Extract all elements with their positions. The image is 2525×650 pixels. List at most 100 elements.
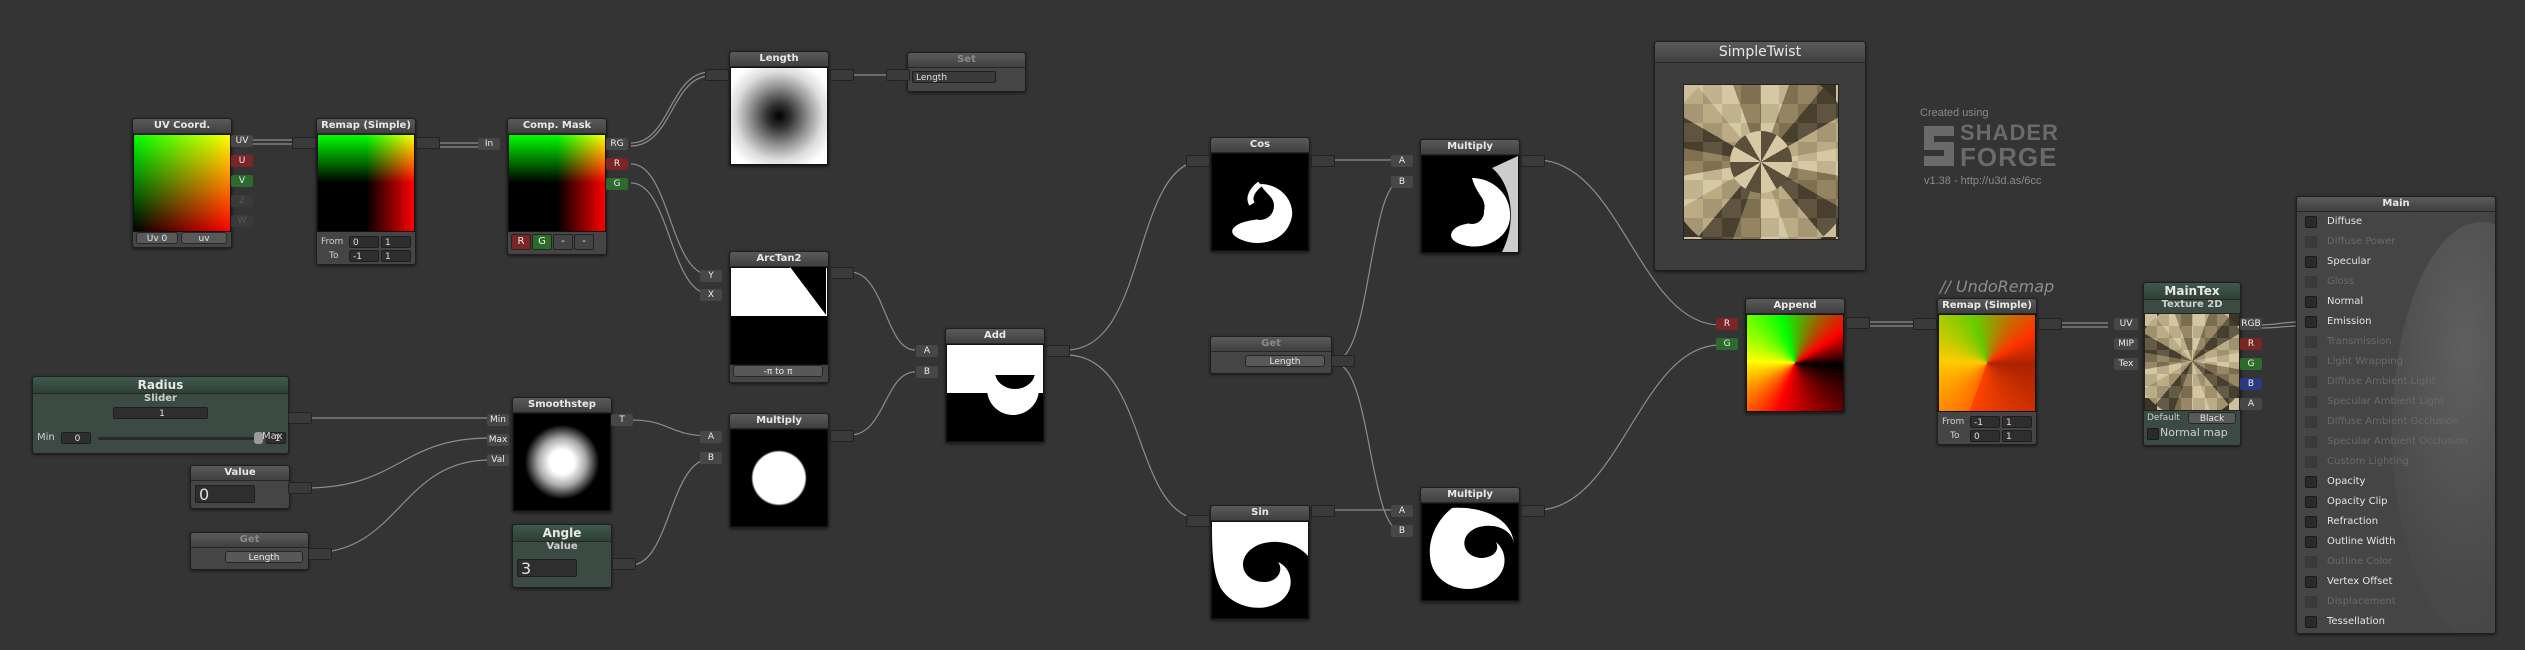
main-input-row[interactable]: Vertex Offset: [2297, 573, 2492, 591]
main-input-connector[interactable]: [2305, 496, 2317, 508]
arctan2-node[interactable]: ArcTan2 -π to π: [729, 251, 829, 383]
main-input-row[interactable]: Opacity Clip: [2297, 493, 2492, 511]
main-input-connector[interactable]: [2305, 416, 2317, 428]
radius-out-port[interactable]: [288, 412, 312, 424]
main-input-connector[interactable]: [2305, 536, 2317, 548]
main-input-connector[interactable]: [2305, 476, 2317, 488]
get1-out-port[interactable]: [308, 548, 332, 560]
length-in-port[interactable]: [705, 69, 729, 81]
multiply-node-bottom[interactable]: Multiply: [1420, 487, 1520, 602]
main-input-connector[interactable]: [2305, 576, 2317, 588]
arctan2-in-y[interactable]: Y: [700, 270, 722, 282]
sin-in-port[interactable]: [1186, 515, 1210, 527]
main-input-connector[interactable]: [2305, 616, 2317, 628]
angle-out-port[interactable]: [612, 558, 636, 570]
main-input-connector[interactable]: [2305, 396, 2317, 408]
mask-a-button[interactable]: -: [574, 234, 594, 250]
length-out-port[interactable]: [830, 69, 854, 81]
multiply-bottom-in-b[interactable]: B: [1391, 525, 1413, 537]
set-in-port[interactable]: [886, 69, 910, 81]
comp-mask-out-rg[interactable]: RG: [606, 138, 628, 150]
multiply-left-in-a[interactable]: A: [700, 431, 722, 443]
value-out-port[interactable]: [288, 482, 312, 494]
multiply-bottom-in-a[interactable]: A: [1391, 505, 1413, 517]
main-input-row[interactable]: Diffuse Power: [2297, 233, 2492, 251]
maintex-out-r[interactable]: R: [2240, 338, 2262, 350]
simpletwist-preview-node[interactable]: SimpleTwist: [1654, 41, 1866, 271]
multiply-left-in-b[interactable]: B: [700, 452, 722, 464]
slider-value-field[interactable]: 1: [113, 407, 208, 419]
default-color-select[interactable]: Black: [2188, 412, 2236, 424]
multiply-top-in-b[interactable]: B: [1391, 176, 1413, 188]
multiply-top-in-a[interactable]: A: [1391, 155, 1413, 167]
main-input-row[interactable]: Opacity: [2297, 473, 2492, 491]
to-max-field[interactable]: 1: [2002, 430, 2032, 442]
maintex-out-a[interactable]: A: [2240, 398, 2262, 410]
sin-node[interactable]: Sin: [1210, 505, 1310, 620]
main-input-connector[interactable]: [2305, 556, 2317, 568]
normal-map-checkbox[interactable]: [2147, 428, 2159, 440]
mask-r-button[interactable]: R: [511, 234, 531, 250]
main-input-row[interactable]: Outline Width: [2297, 533, 2492, 551]
add-in-b[interactable]: B: [916, 366, 938, 378]
main-input-row[interactable]: Outline Color: [2297, 553, 2492, 571]
main-input-row[interactable]: Refraction: [2297, 513, 2492, 531]
to-max-field[interactable]: 1: [381, 250, 411, 262]
main-input-connector[interactable]: [2305, 596, 2317, 608]
add-in-a[interactable]: A: [916, 345, 938, 357]
maintex-out-g[interactable]: G: [2240, 358, 2262, 370]
angle-value-field[interactable]: 3: [517, 559, 577, 577]
main-input-row[interactable]: Transmission: [2297, 333, 2492, 351]
comp-mask-in[interactable]: In: [478, 138, 500, 150]
get2-out-port[interactable]: [1331, 355, 1355, 367]
remap2-out-port[interactable]: [2038, 318, 2062, 330]
multiply-left-out-port[interactable]: [830, 430, 854, 442]
main-input-row[interactable]: Diffuse: [2297, 213, 2492, 231]
from-min-field[interactable]: 0: [349, 236, 379, 248]
uv-out-uv[interactable]: UV: [231, 135, 253, 147]
from-min-field[interactable]: -1: [1970, 416, 2000, 428]
main-input-connector[interactable]: [2305, 456, 2317, 468]
get-length-node-2[interactable]: Get Length: [1210, 336, 1332, 374]
remap-simple-node[interactable]: Remap (Simple) From 0 1 To -1 1: [316, 118, 416, 265]
smoothstep-in-min[interactable]: Min: [487, 414, 509, 426]
maintex-texture2d-node[interactable]: MainTex Texture 2D Default Black Normal …: [2143, 282, 2241, 446]
main-input-row[interactable]: Specular Ambient Occlusion: [2297, 433, 2492, 451]
get-length-node[interactable]: Get Length: [190, 532, 309, 570]
main-input-connector[interactable]: [2305, 376, 2317, 388]
comp-mask-out-g[interactable]: G: [606, 178, 628, 190]
main-input-connector[interactable]: [2305, 276, 2317, 288]
append-node[interactable]: Append: [1745, 298, 1845, 413]
remap-out-port[interactable]: [416, 137, 440, 149]
smoothstep-node[interactable]: Smoothstep: [512, 397, 612, 512]
cos-node[interactable]: Cos: [1210, 137, 1310, 252]
main-input-row[interactable]: Specular Ambient Light: [2297, 393, 2492, 411]
slider-track[interactable]: [98, 437, 258, 440]
node-canvas[interactable]: UV Coord. Uv 0 uv UV U V Z W Remap (Simp…: [0, 0, 2525, 650]
arctan2-out-port[interactable]: [830, 267, 854, 279]
arctan2-mode-select[interactable]: -π to π: [733, 365, 823, 377]
set-name-field[interactable]: Length: [912, 71, 996, 83]
cos-in-port[interactable]: [1186, 155, 1210, 167]
append-out-port[interactable]: [1846, 317, 1870, 329]
main-input-connector[interactable]: [2305, 316, 2317, 328]
to-min-field[interactable]: 0: [1970, 430, 2000, 442]
main-input-row[interactable]: Normal: [2297, 293, 2492, 311]
to-min-field[interactable]: -1: [349, 250, 379, 262]
cos-out-port[interactable]: [1311, 155, 1335, 167]
mask-b-button[interactable]: -: [553, 234, 573, 250]
get-variable-select[interactable]: Length: [225, 551, 303, 563]
main-input-row[interactable]: Light Wrapping: [2297, 353, 2492, 371]
multiply-node-left[interactable]: Multiply: [729, 413, 829, 528]
maintex-in-mip[interactable]: MIP: [2114, 338, 2138, 350]
uv-out-v[interactable]: V: [231, 175, 253, 187]
sin-out-port[interactable]: [1311, 505, 1335, 517]
uv-coord-node[interactable]: UV Coord. Uv 0 uv: [132, 118, 232, 248]
main-input-row[interactable]: Emission: [2297, 313, 2492, 331]
value-field[interactable]: 0: [195, 485, 255, 503]
append-in-r[interactable]: R: [1716, 318, 1738, 330]
add-out-port[interactable]: [1046, 345, 1070, 357]
uv-out-z[interactable]: Z: [231, 195, 253, 207]
smoothstep-in-val[interactable]: Val: [487, 454, 509, 466]
maintex-out-b[interactable]: B: [2240, 378, 2262, 390]
